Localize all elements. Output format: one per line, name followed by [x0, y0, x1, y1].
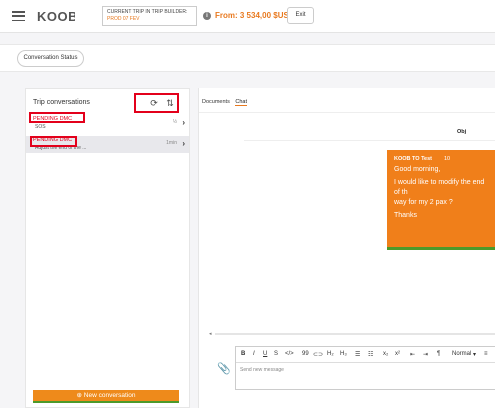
editor-toolbar: B I U S </> 99 ⊂⊃ H₂ H₃ ☰ ☷ x₂ x² ⇤ ⇥ ¶ … [236, 347, 495, 363]
message-line: Good morning, [394, 166, 441, 173]
highlight-box [29, 112, 85, 123]
conversation-time: 1min [166, 140, 177, 146]
code-button[interactable]: </> [285, 351, 294, 357]
message-badge: 10 [443, 156, 451, 162]
chevron-down-icon[interactable]: ▾ [473, 351, 476, 358]
koob-logo[interactable]: KOOB [37, 9, 75, 23]
bullet-list-button[interactable]: ☰ [355, 351, 360, 358]
panel-actions-highlight: ⟳ ⇅ [134, 93, 179, 113]
style-select[interactable]: Normal [452, 351, 471, 357]
sort-icon[interactable]: ⇅ [165, 98, 175, 108]
bubble-accent [387, 247, 495, 250]
tab-bar: Documents Chat [202, 99, 251, 106]
attachment-icon[interactable]: 📎 [217, 362, 231, 375]
trip-conversations-panel: Trip conversations ⟳ ⇅ PENDING DMC SOS ½… [25, 88, 190, 408]
indent-button[interactable]: ⇥ [423, 351, 428, 358]
underline-button[interactable]: U [263, 351, 267, 357]
chat-subject: Obj [457, 129, 467, 135]
status-bar: Conversation Status [0, 44, 495, 72]
conversation-detail-panel: Documents Chat Obj KOOB TO Test 10 Good … [198, 88, 495, 408]
numbered-list-button[interactable]: ☷ [368, 351, 373, 358]
link-button[interactable]: ⊂⊃ [313, 351, 323, 358]
quote-button[interactable]: 99 [302, 351, 309, 357]
refresh-icon[interactable]: ⟳ [149, 98, 159, 108]
chevron-right-icon[interactable]: › [182, 139, 185, 148]
h2-button[interactable]: H₂ [327, 351, 334, 357]
trip-label: CURRENT TRIP IN TRIP BUILDER: [107, 9, 188, 15]
conversation-status-button[interactable]: Conversation Status [17, 50, 84, 67]
exit-button[interactable]: Exit [287, 7, 314, 24]
bold-button[interactable]: B [241, 351, 245, 357]
highlight-box [30, 136, 77, 147]
current-trip-box[interactable]: CURRENT TRIP IN TRIP BUILDER: PROD 07 FE… [102, 6, 197, 26]
scroll-left-icon[interactable]: ◂ [209, 331, 212, 337]
message-input[interactable]: Send new message [240, 367, 284, 373]
subscript-button[interactable]: x₂ [383, 351, 388, 357]
panel-title: Trip conversations [33, 99, 90, 106]
chat-area[interactable]: Obj KOOB TO Test 10 Good morning, I woul… [199, 112, 495, 327]
message-editor[interactable]: B I U S </> 99 ⊂⊃ H₂ H₃ ☰ ☷ x₂ x² ⇤ ⇥ ¶ … [235, 346, 495, 390]
conversation-time: ½ [172, 119, 177, 125]
top-bar: KOOB CURRENT TRIP IN TRIP BUILDER: PROD … [0, 0, 495, 33]
horizontal-scrollbar[interactable] [215, 333, 495, 335]
info-icon[interactable]: i [203, 12, 211, 20]
superscript-button[interactable]: x² [395, 351, 400, 357]
strike-button[interactable]: S [274, 351, 278, 357]
h3-button[interactable]: H₃ [340, 351, 347, 357]
divider [244, 140, 495, 141]
message-line: I would like to modify the end of th [394, 179, 485, 196]
message-line: way for my 2 pax ? [394, 199, 453, 206]
new-conversation-button[interactable]: ⊕ New conversation [33, 390, 179, 403]
svg-text:KOOB: KOOB [37, 9, 75, 23]
conversation-subtitle: SOS [35, 124, 46, 130]
outdent-button[interactable]: ⇤ [410, 351, 415, 358]
chevron-right-icon[interactable]: › [182, 118, 185, 127]
trip-name: PROD 07 FEV [107, 16, 140, 22]
message-bubble: KOOB TO Test 10 Good morning, I would li… [387, 150, 495, 250]
italic-button[interactable]: I [253, 351, 255, 357]
tab-documents[interactable]: Documents [202, 99, 230, 105]
trip-price: From: 3 534,00 $US [215, 11, 289, 20]
menu-icon[interactable] [12, 11, 25, 22]
message-line: Thanks [394, 212, 417, 219]
tab-chat[interactable]: Chat [235, 99, 247, 106]
message-sender: KOOB TO Test [394, 156, 432, 162]
align-button[interactable]: ≡ [484, 351, 488, 357]
paragraph-direction-button[interactable]: ¶ [437, 351, 440, 357]
